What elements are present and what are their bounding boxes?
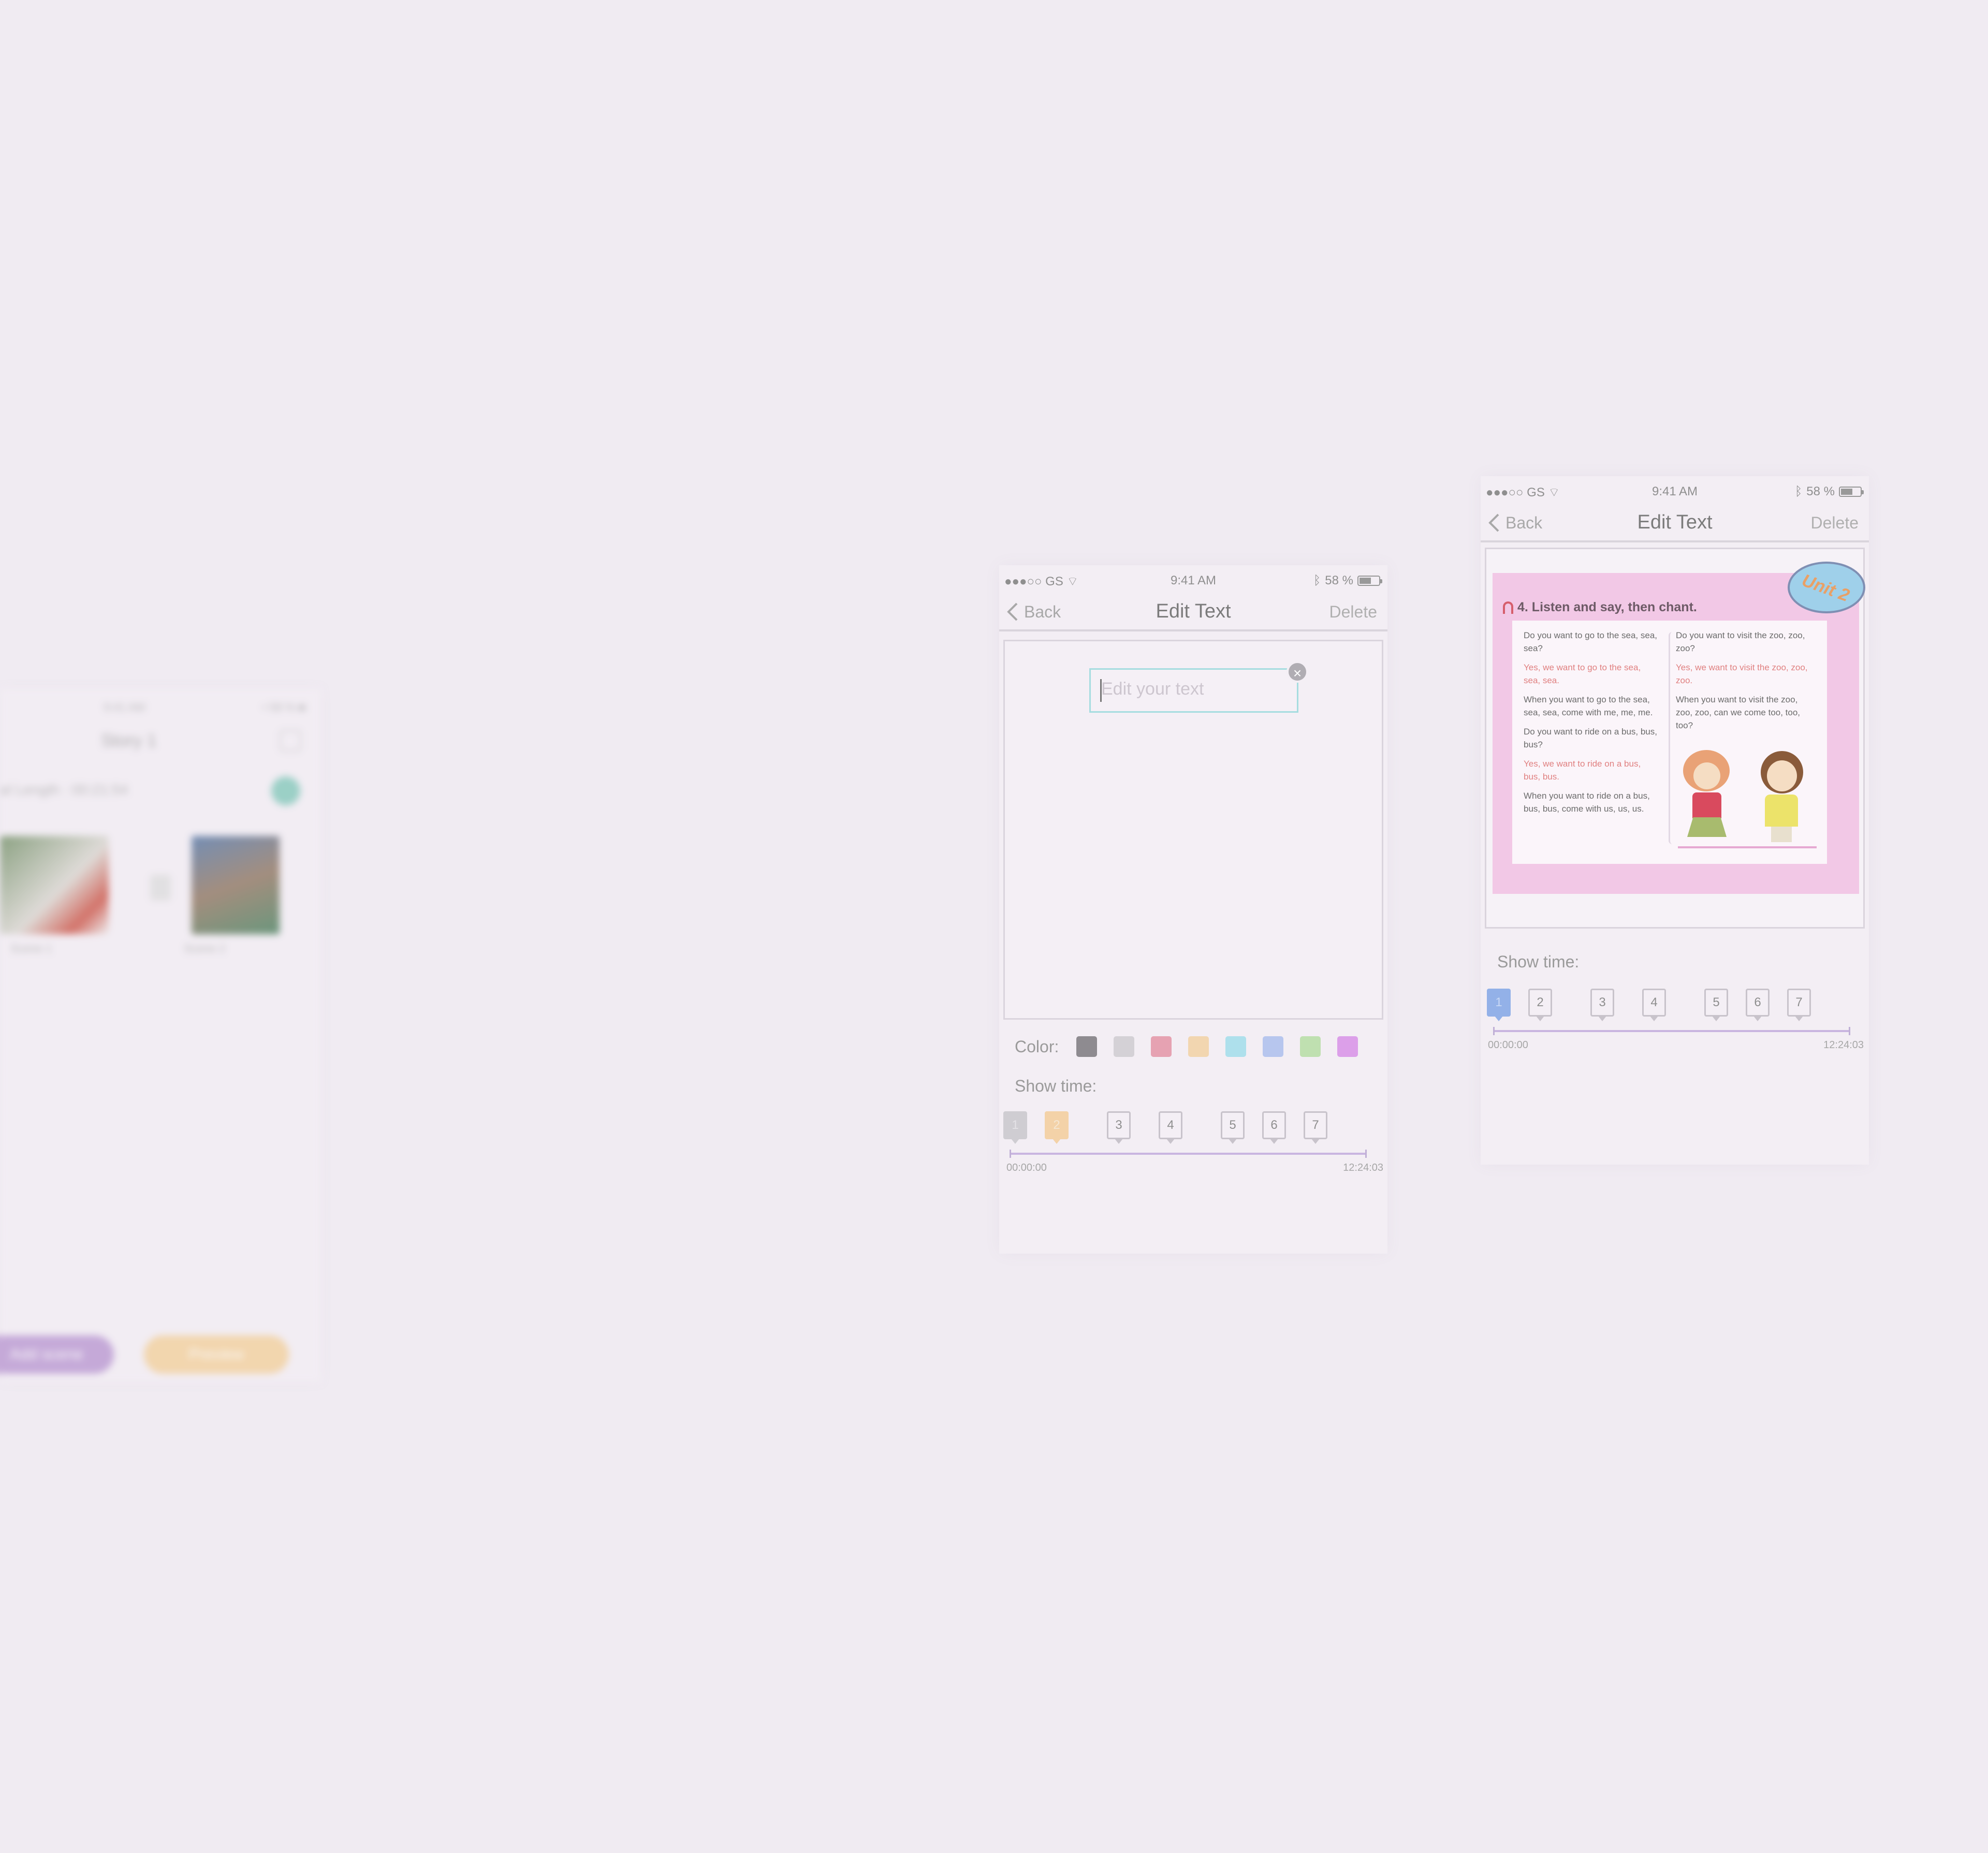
battery-icon (1839, 487, 1864, 497)
color-swatch-4[interactable] (1188, 1036, 1209, 1057)
time-slider[interactable]: 1 2 3 4 5 6 7 00:00:00 12:24:03 (1002, 1111, 1383, 1173)
battery-percent: 58 % (1325, 573, 1353, 587)
time-slider[interactable]: 1 2 3 4 5 6 7 00:00:00 12:24:03 (1486, 989, 1864, 1051)
scene-label-1: Scene 1 (10, 942, 52, 955)
color-swatch-7[interactable] (1300, 1036, 1321, 1057)
color-swatch-1[interactable] (1076, 1036, 1098, 1057)
status-right: ᛒ 58 % (1794, 484, 1864, 499)
time-marker-7[interactable]: 7 (1304, 1111, 1327, 1144)
ground-line (1678, 846, 1817, 848)
chant-line: When you want to go to the sea, sea, sea… (1524, 695, 1653, 717)
text-caret (1100, 679, 1102, 702)
status-time: 9:41 AM (104, 701, 145, 714)
status-bar: 9:41 AM • 58 % ■ (0, 701, 321, 716)
time-marker-1[interactable]: 1 (1003, 1111, 1027, 1144)
chant-line: Yes, we want to go to the sea, sea, sea. (1524, 663, 1641, 685)
time-marker-7[interactable]: 7 (1787, 989, 1811, 1021)
story-title: Story 1 (101, 731, 157, 751)
battery-icon (1357, 576, 1382, 586)
delete-button[interactable]: Delete (1811, 513, 1859, 533)
girl-illustration (1683, 750, 1735, 843)
scene-thumbnail-1[interactable] (0, 836, 109, 934)
chant-column-right: Do you want to visit the zoo, zoo, zoo? … (1676, 629, 1810, 738)
color-swatch-2[interactable] (1114, 1036, 1135, 1057)
add-scene-button[interactable]: Add scene (0, 1335, 114, 1374)
story-editor-screen: 9:41 AM • 58 % ■ Story 1 al Length : 00:… (0, 688, 321, 1382)
boy-illustration (1761, 751, 1807, 844)
bluetooth-icon: ᛒ (1794, 484, 1803, 498)
time-marker-2[interactable]: 2 (1528, 989, 1552, 1021)
time-marker-1[interactable]: 1 (1487, 989, 1511, 1021)
edit-text-screen-empty: ●●●○○ GS ⌔ 9:41 AM ᛒ 58 % Back Edit Text… (999, 565, 1387, 1254)
time-marker-4[interactable]: 4 (1159, 1111, 1182, 1144)
close-icon[interactable]: × (1287, 661, 1308, 683)
column-divider (1669, 632, 1676, 844)
transition-icon[interactable] (150, 875, 171, 901)
chant-column-left: Do you want to go to the sea, sea, sea? … (1524, 629, 1658, 821)
preview-button[interactable]: Preview (144, 1335, 289, 1374)
text-canvas[interactable]: 4. Listen and say, then chant. Unit 2 Do… (1485, 548, 1865, 929)
timeline-track[interactable] (1493, 1027, 1850, 1035)
chant-line: Do you want to visit the zoo, zoo, zoo? (1676, 630, 1805, 653)
chant-line: When you want to visit the zoo, zoo, zoo… (1676, 695, 1801, 730)
unit-badge: Unit 2 (1788, 562, 1865, 613)
timeline-track[interactable] (1010, 1150, 1367, 1158)
text-placeholder: Edit your text (1101, 679, 1204, 699)
text-canvas[interactable]: Edit your text × (1003, 640, 1383, 1020)
timeline-start: 00:00:00 (1488, 1039, 1528, 1051)
textbook-page: 4. Listen and say, then chant. Unit 2 Do… (1493, 562, 1865, 894)
text-input[interactable]: Edit your text (1089, 668, 1298, 713)
status-right: ᛒ 58 % (1313, 573, 1382, 588)
bluetooth-icon: ᛒ (1313, 573, 1321, 587)
time-marker-6[interactable]: 6 (1262, 1111, 1286, 1144)
share-icon[interactable] (280, 730, 301, 752)
time-marker-3[interactable]: 3 (1107, 1111, 1131, 1144)
chant-line: Yes, we want to visit the zoo, zoo, zoo. (1676, 663, 1808, 685)
time-marker-3[interactable]: 3 (1590, 989, 1614, 1021)
color-swatch-3[interactable] (1151, 1036, 1172, 1057)
time-marker-5[interactable]: 5 (1704, 989, 1728, 1021)
time-marker-6[interactable]: 6 (1746, 989, 1770, 1021)
page-heading: 4. Listen and say, then chant. (1503, 600, 1697, 615)
time-marker-2[interactable]: 2 (1045, 1111, 1069, 1144)
time-marker-5[interactable]: 5 (1221, 1111, 1245, 1144)
color-label: Color: (1015, 1037, 1059, 1056)
status-bar: ●●●○○ GS ⌔ 9:41 AM ᛒ 58 % (999, 565, 1387, 591)
delete-button[interactable]: Delete (1329, 602, 1378, 622)
page-heading-text: 4. Listen and say, then chant. (1517, 600, 1697, 614)
scene-label-2: Scene 2 (184, 942, 226, 955)
scene-thumbnail-2[interactable] (192, 836, 280, 934)
chant-text-panel: Do you want to go to the sea, sea, sea? … (1512, 621, 1827, 864)
battery-percent: 58 % (1806, 484, 1835, 498)
color-picker: Color: (1015, 1035, 1375, 1058)
chant-line: Yes, we want to ride on a bus, bus, bus. (1524, 759, 1641, 782)
time-marker-4[interactable]: 4 (1642, 989, 1666, 1021)
avatar[interactable] (271, 776, 300, 805)
status-bar: ●●●○○ GS ⌔ 9:41 AM ᛒ 58 % (1481, 476, 1869, 502)
color-swatch-5[interactable] (1225, 1036, 1247, 1057)
status-right: • 58 % ■ (262, 701, 305, 714)
show-time-label: Show time: (1015, 1077, 1097, 1095)
timeline-end: 12:24:03 (1343, 1162, 1383, 1173)
color-swatch-6[interactable] (1263, 1036, 1284, 1057)
total-length: al Length : 00:21:54 (0, 782, 128, 798)
chant-line: Do you want to go to the sea, sea, sea? (1524, 630, 1657, 653)
nav-bar: Back Edit Text Delete (999, 591, 1387, 631)
headphones-icon (1503, 601, 1513, 614)
timeline-end: 12:24:03 (1823, 1039, 1864, 1051)
show-time-label: Show time: (1497, 952, 1580, 971)
chant-line: When you want to ride on a bus, bus, bus… (1524, 791, 1650, 814)
nav-bar: Back Edit Text Delete (1481, 502, 1869, 542)
chant-line: Do you want to ride on a bus, bus, bus? (1524, 727, 1657, 749)
color-swatch-8[interactable] (1337, 1036, 1358, 1057)
timeline-start: 00:00:00 (1006, 1162, 1047, 1173)
edit-text-screen-page: ●●●○○ GS ⌔ 9:41 AM ᛒ 58 % Back Edit Text… (1481, 476, 1869, 1165)
